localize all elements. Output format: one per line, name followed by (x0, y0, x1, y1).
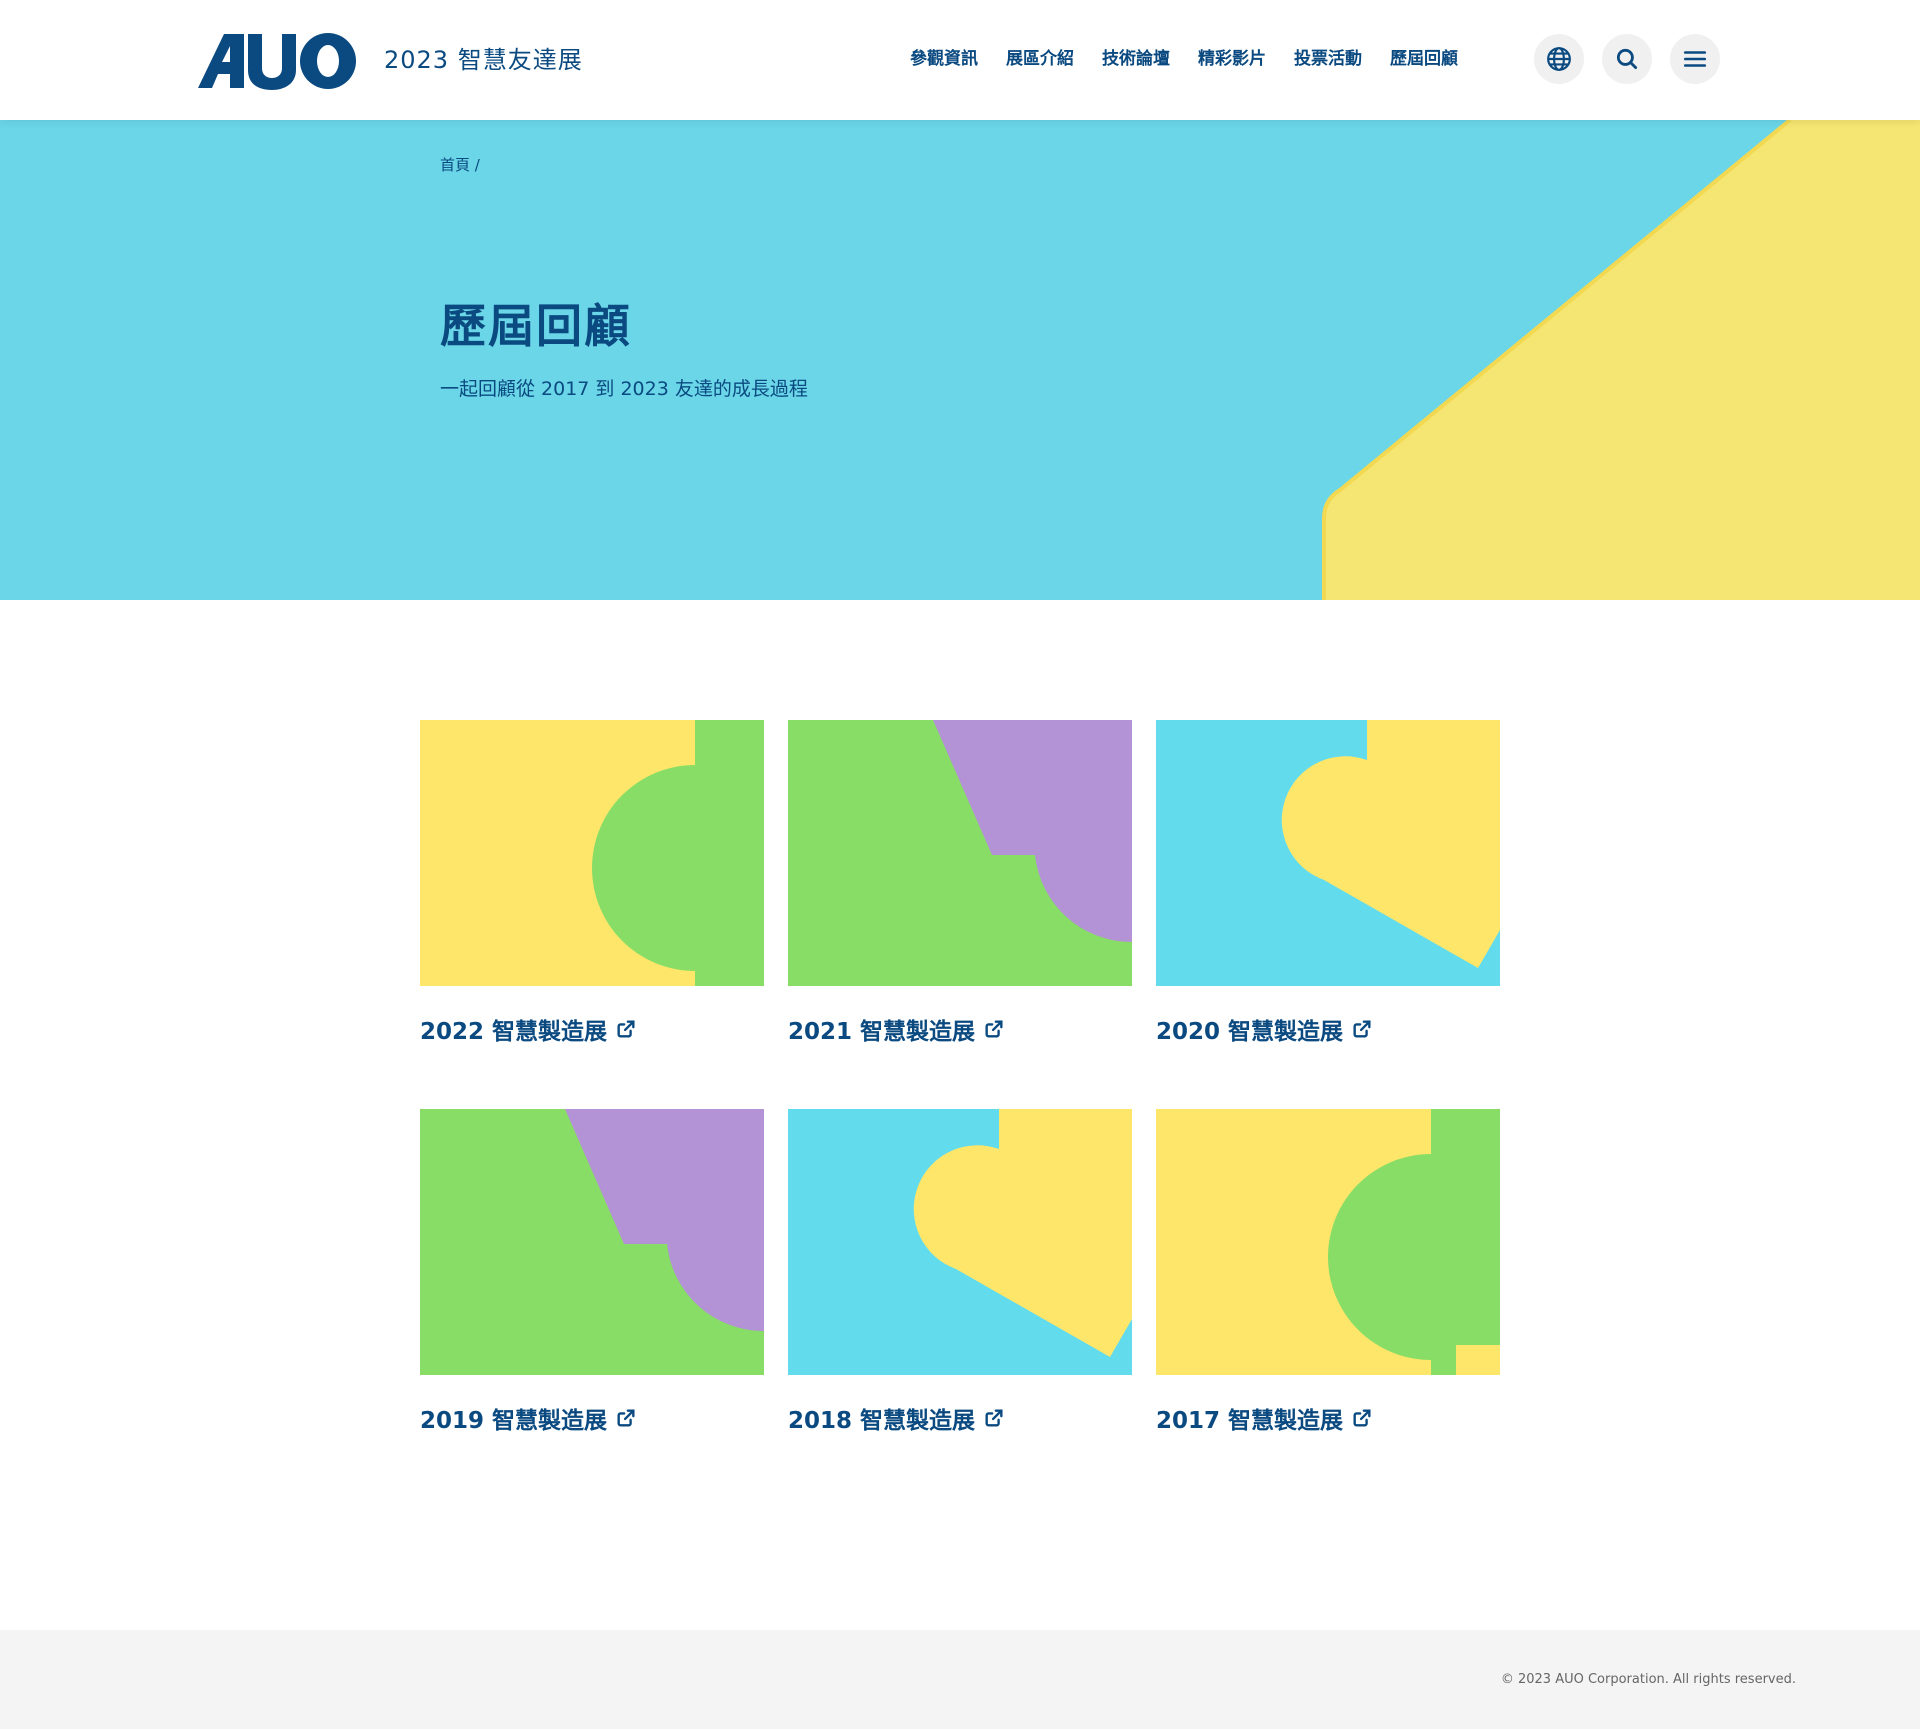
site-footer: © 2023 AUO Corporation. All rights reser… (0, 1630, 1920, 1729)
gallery-card-2021[interactable]: 2021 智慧製造展 (788, 720, 1132, 1045)
external-link-icon (985, 1020, 1003, 1038)
card-title[interactable]: 2020 智慧製造展 (1156, 1012, 1343, 1046)
card-thumbnail[interactable] (420, 720, 764, 986)
gallery-card-2020[interactable]: 2020 智慧製造展 (1156, 720, 1500, 1045)
site-header: 2023 智慧友達展 參觀資訊 展區介紹 技術論壇 精彩影片 投票活動 歷屆回顧 (0, 0, 1920, 120)
card-title[interactable]: 2021 智慧製造展 (788, 1012, 975, 1046)
language-button[interactable] (1534, 34, 1584, 84)
auo-logo[interactable] (196, 30, 358, 90)
search-icon (1616, 48, 1638, 70)
external-link-icon (985, 1409, 1003, 1427)
gallery-card-2022[interactable]: 2022 智慧製造展 (420, 720, 764, 1045)
menu-icon (1683, 51, 1707, 67)
card-title[interactable]: 2019 智慧製造展 (420, 1401, 607, 1435)
page-subtitle: 一起回顧從 2017 到 2023 友達的成長過程 (440, 378, 808, 400)
gallery-card-2018[interactable]: 2018 智慧製造展 (788, 1109, 1132, 1434)
main-nav: 參觀資訊 展區介紹 技術論壇 精彩影片 投票活動 歷屆回顧 (910, 44, 1486, 69)
hero-decoration (0, 120, 1920, 600)
page-title: 歷屆回顧 (440, 299, 632, 353)
card-title[interactable]: 2022 智慧製造展 (420, 1012, 607, 1046)
card-title[interactable]: 2018 智慧製造展 (788, 1401, 975, 1435)
nav-item-tech-forum[interactable]: 技術論壇 (1102, 44, 1170, 69)
card-thumbnail[interactable] (788, 720, 1132, 986)
nav-item-videos[interactable]: 精彩影片 (1198, 44, 1266, 69)
nav-item-voting[interactable]: 投票活動 (1294, 44, 1362, 69)
external-link-icon (1353, 1020, 1371, 1038)
hero-banner: 首頁 / 歷屆回顧 一起回顧從 2017 到 2023 友達的成長過程 (0, 120, 1920, 600)
external-link-icon (617, 1409, 635, 1427)
search-button[interactable] (1602, 34, 1652, 84)
globe-icon (1547, 47, 1571, 71)
nav-item-visit-info[interactable]: 參觀資訊 (910, 44, 978, 69)
gallery-card-2019[interactable]: 2019 智慧製造展 (420, 1109, 764, 1434)
card-title[interactable]: 2017 智慧製造展 (1156, 1401, 1343, 1435)
card-thumbnail[interactable] (788, 1109, 1132, 1375)
card-thumbnail[interactable] (1156, 1109, 1500, 1375)
site-title[interactable]: 2023 智慧友達展 (384, 40, 583, 75)
copyright-text: © 2023 AUO Corporation. All rights reser… (1500, 1672, 1796, 1687)
menu-button[interactable] (1670, 34, 1720, 84)
nav-item-exhibition-areas[interactable]: 展區介紹 (1006, 44, 1074, 69)
card-thumbnail[interactable] (420, 1109, 764, 1375)
breadcrumb[interactable]: 首頁 / (440, 154, 480, 175)
external-link-icon (1353, 1409, 1371, 1427)
external-link-icon (617, 1020, 635, 1038)
gallery-card-2017[interactable]: 2017 智慧製造展 (1156, 1109, 1500, 1434)
card-thumbnail[interactable] (1156, 720, 1500, 986)
nav-item-past-events[interactable]: 歷屆回顧 (1390, 44, 1458, 69)
